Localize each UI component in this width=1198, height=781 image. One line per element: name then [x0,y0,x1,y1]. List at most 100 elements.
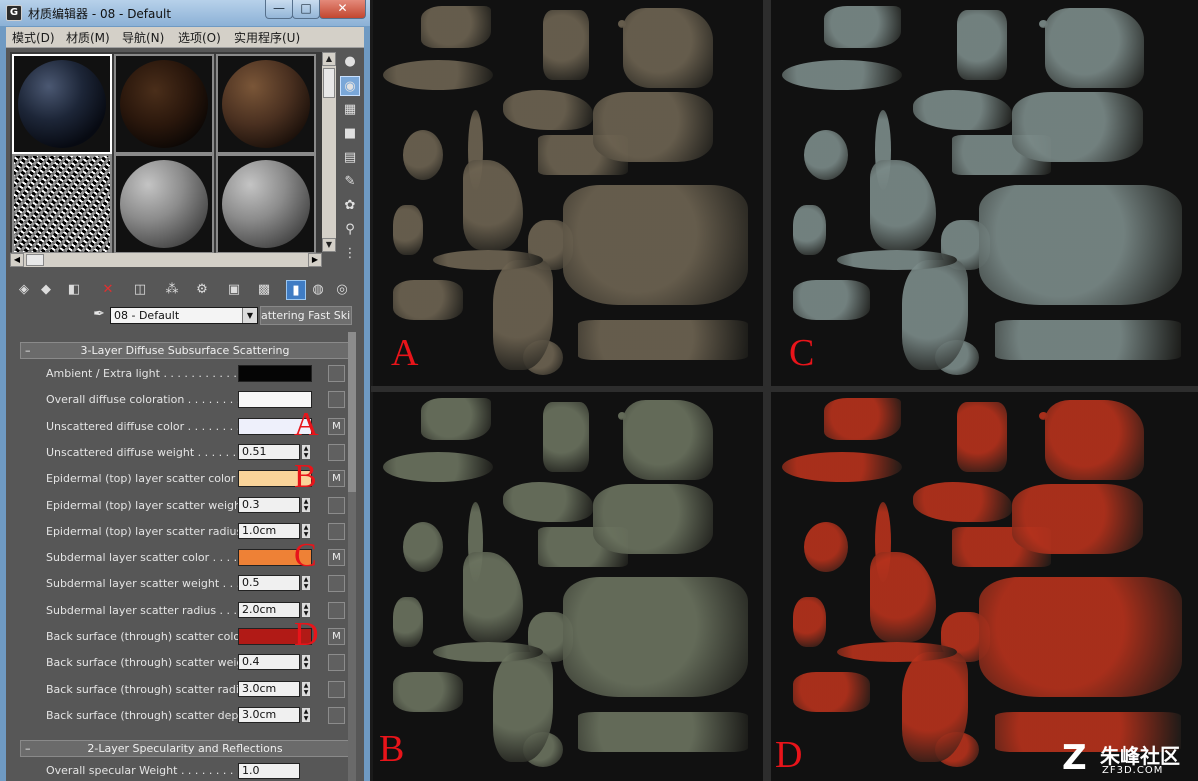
rollout-header-specularity[interactable]: – 2-Layer Specularity and Reflections [20,740,350,757]
go-forward-to-sibling-icon[interactable]: ◎ [332,280,352,300]
sample-slot-6[interactable] [216,154,316,254]
show-shaded-material-icon[interactable]: ▩ [254,280,274,300]
annotation-letter: C [294,537,317,574]
map-button[interactable] [328,654,345,671]
maximize-button[interactable]: □ [292,0,320,19]
parameters-scrollbar[interactable] [348,332,356,781]
map-button[interactable]: M [328,549,345,566]
uv-island [870,160,936,250]
make-preview-icon[interactable]: ✎ [340,172,360,192]
sample-type-icon[interactable]: ● [340,52,360,72]
color-swatch[interactable] [238,365,312,382]
map-button[interactable] [328,681,345,698]
value-spinner[interactable]: 0.51 [238,444,300,460]
uv-island [913,482,1012,522]
material-type-button[interactable]: attering Fast Skin [260,306,352,325]
slots-horizontal-scrollbar[interactable]: ◀ ▶ [10,253,322,267]
sample-uv-tiling-icon[interactable]: ■ [340,124,360,144]
chevron-down-icon[interactable]: ▼ [242,308,257,323]
parameters-panel: – 3-Layer Diffuse Subsurface Scattering … [14,332,350,781]
get-material-icon[interactable]: ◈ [14,280,34,300]
uv-island [393,597,423,647]
map-button[interactable] [328,391,345,408]
value-spinner[interactable]: 0.4 [238,654,300,670]
select-by-material-icon[interactable]: ⚲ [340,220,360,240]
menu-mode[interactable]: 模式(D) [12,29,55,46]
scroll-up-icon[interactable]: ▲ [322,52,336,66]
overall-specular-weight-spinner[interactable]: 1.0 [238,763,300,779]
sample-slot-4[interactable] [12,154,112,254]
map-button[interactable] [328,707,345,724]
value-spinner[interactable]: 3.0cm [238,707,300,723]
scroll-left-icon[interactable]: ◀ [10,253,24,267]
value-spinner[interactable]: 0.3 [238,497,300,513]
scroll-thumb[interactable] [348,332,356,492]
spinner-arrows-icon[interactable]: ▲ ▼ [301,707,311,723]
slots-vertical-scrollbar[interactable]: ▲ ▼ [322,52,336,252]
uv-island [403,522,443,572]
pick-material-eyedropper-icon[interactable]: ✒ [90,306,108,324]
uv-island [383,452,493,482]
sample-slot-1[interactable] [12,54,112,154]
sample-slot-2[interactable] [114,54,214,154]
scroll-down-icon[interactable]: ▼ [322,238,336,252]
spinner-arrows-icon[interactable]: ▲ ▼ [301,575,311,591]
backlight-icon[interactable]: ◉ [340,76,360,96]
go-to-parent-icon[interactable]: ◍ [308,280,328,300]
minimize-button[interactable]: — [265,0,293,19]
collapse-icon: – [25,742,31,755]
map-button[interactable] [328,497,345,514]
value-spinner[interactable]: 1.0cm [238,523,300,539]
app-icon[interactable]: G [6,5,22,21]
annotation-letter: B [294,458,317,495]
title-bar[interactable]: G 材质编辑器 - 08 - Default — □ ✕ [0,0,370,26]
map-button[interactable] [328,602,345,619]
map-button[interactable] [328,444,345,461]
assign-to-selection-icon[interactable]: ◧ [64,280,84,300]
material-map-navigator-icon[interactable]: ⋮ [340,244,360,264]
sample-slot-5[interactable] [114,154,214,254]
spinner-arrows-icon[interactable]: ▲ ▼ [301,497,311,513]
spinner-arrows-icon[interactable]: ▲ ▼ [301,654,311,670]
menu-utilities[interactable]: 实用程序(U) [234,29,300,46]
map-button[interactable] [328,575,345,592]
video-color-check-icon[interactable]: ▤ [340,148,360,168]
uv-island [623,400,713,480]
rollout-title: 2-Layer Specularity and Reflections [87,742,283,755]
material-id-channel-icon[interactable]: ▣ [224,280,244,300]
scroll-right-icon[interactable]: ▶ [308,253,322,267]
put-to-library-icon[interactable]: ⚙ [192,280,212,300]
menu-material[interactable]: 材质(M) [66,29,110,46]
uv-island [463,160,523,250]
menu-navigation[interactable]: 导航(N) [122,29,164,46]
map-button[interactable] [328,365,345,382]
close-button[interactable]: ✕ [319,0,366,19]
value-spinner[interactable]: 2.0cm [238,602,300,618]
material-sphere [222,60,310,148]
rollout-header-diffuse-sss[interactable]: – 3-Layer Diffuse Subsurface Scattering [20,342,350,359]
uv-island [593,484,713,554]
uv-island [957,402,1007,472]
value-spinner[interactable]: 0.5 [238,575,300,591]
make-copy-icon[interactable]: ◫ [130,280,150,300]
map-button[interactable]: M [328,470,345,487]
reset-map-icon[interactable]: ✕ [98,280,118,300]
map-button[interactable]: M [328,418,345,435]
show-end-result-icon[interactable]: ▮ [286,280,306,300]
put-to-scene-icon[interactable]: ◆ [36,280,56,300]
scroll-thumb[interactable] [26,254,44,266]
value-spinner[interactable]: 3.0cm [238,681,300,697]
sample-slot-3[interactable] [216,54,316,154]
uv-island [593,92,713,162]
make-unique-icon[interactable]: ⁂ [162,280,182,300]
param-label: Overall diffuse coloration . . . . . . .… [46,393,255,406]
material-name-field[interactable]: 08 - Default ▼ [110,307,258,324]
spinner-arrows-icon[interactable]: ▲ ▼ [301,681,311,697]
map-button[interactable]: M [328,628,345,645]
menu-options[interactable]: 选项(O) [178,29,221,46]
map-button[interactable] [328,523,345,540]
uv-island [543,10,589,80]
scroll-thumb[interactable] [323,68,335,98]
options-icon[interactable]: ✿ [340,196,360,216]
background-checker-icon[interactable]: ▦ [340,100,360,120]
